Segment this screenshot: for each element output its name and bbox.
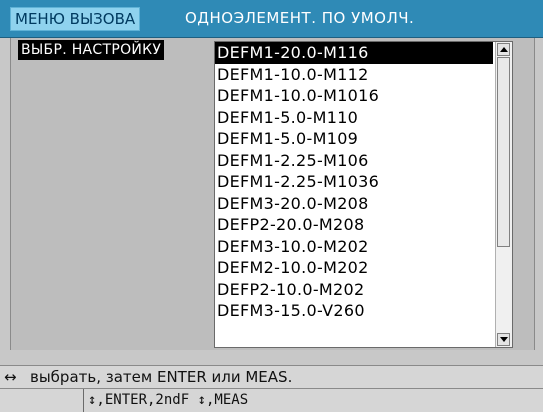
list-item[interactable]: DEFM1-10.0-M1016 xyxy=(215,85,493,107)
list-item[interactable]: DEFM3-20.0-M208 xyxy=(215,193,493,215)
list-item[interactable]: DEFP2-10.0-M202 xyxy=(215,279,493,301)
arrow-up-icon xyxy=(500,47,508,52)
title-bar: МЕНЮ ВЫЗОВА ОДНОЭЛЕМЕНТ. ПО УМОЛЧ. xyxy=(0,0,543,38)
list-item[interactable]: DEFP2-20.0-M208 xyxy=(215,214,493,236)
scrollbar[interactable] xyxy=(495,42,512,347)
hint-text: выбрать, затем ENTER или MEAS. xyxy=(30,368,293,386)
hint-bar: ↔ выбрать, затем ENTER или MEAS. xyxy=(0,365,543,389)
list-item[interactable]: DEFM1-5.0-M110 xyxy=(215,107,493,129)
scroll-thumb[interactable] xyxy=(497,57,510,247)
list-item[interactable]: DEFM1-2.25-M106 xyxy=(215,150,493,172)
scroll-up-button[interactable] xyxy=(497,43,510,56)
list-item[interactable]: DEFM3-15.0-V260 xyxy=(215,300,493,322)
setup-listbox[interactable]: DEFM1-20.0-M116 DEFM1-10.0-M112 DEFM1-10.0… xyxy=(214,41,513,348)
keys-text: ↕,ENTER,2ndF ↕,MEAS xyxy=(83,389,248,412)
list-item[interactable]: DEFM3-10.0-M202 xyxy=(215,236,493,258)
menu-tab[interactable]: МЕНЮ ВЫЗОВА xyxy=(10,7,141,31)
list-item[interactable]: DEFM1-2.25-M1036 xyxy=(215,171,493,193)
left-right-arrow-icon: ↔ xyxy=(4,368,17,386)
screen-title: ОДНОЭЛЕМЕНТ. ПО УМОЛЧ. xyxy=(185,9,415,27)
list-item[interactable]: DEFM2-10.0-M202 xyxy=(215,257,493,279)
list-item[interactable]: DEFM1-20.0-M116 xyxy=(215,42,493,64)
arrow-down-icon xyxy=(500,337,508,342)
list-item[interactable]: DEFM1-10.0-M112 xyxy=(215,64,493,86)
keys-bar: ↕,ENTER,2ndF ↕,MEAS xyxy=(0,389,543,412)
scroll-down-button[interactable] xyxy=(497,333,510,346)
list-item[interactable]: DEFM1-5.0-M109 xyxy=(215,128,493,150)
setup-list: DEFM1-20.0-M116 DEFM1-10.0-M112 DEFM1-10.0… xyxy=(215,42,493,322)
select-setting-label: ВЫБР. НАСТРОЙКУ xyxy=(18,40,165,60)
